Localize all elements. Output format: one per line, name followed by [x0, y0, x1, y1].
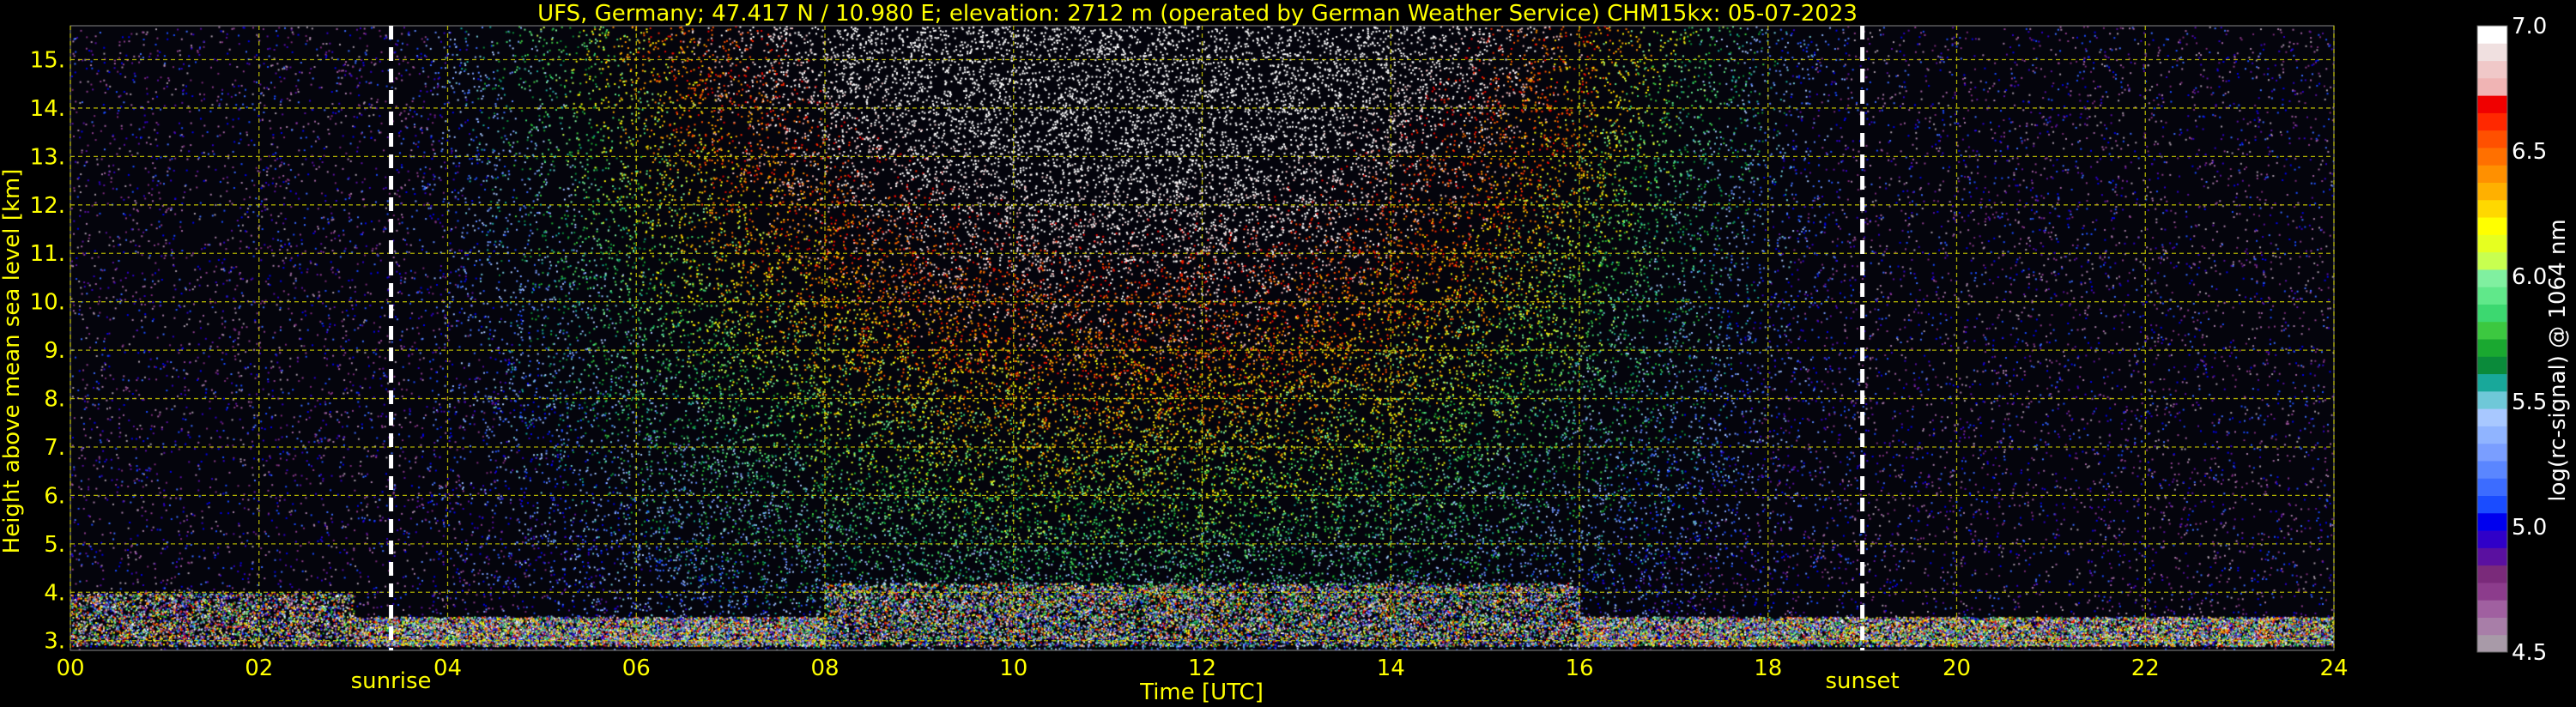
y-tick-label: 5.	[44, 532, 65, 558]
sun-marker-label: sunset	[1826, 668, 1900, 694]
colorbar-swatch	[2477, 512, 2507, 531]
x-tick-label: 16	[1565, 656, 1593, 681]
x-tick-label: 08	[810, 656, 839, 681]
y-tick-label: 8.	[44, 387, 65, 413]
colorbar-swatch	[2477, 460, 2507, 479]
x-tick-label: 00	[56, 656, 84, 681]
y-tick-label: 6.	[44, 483, 65, 509]
y-tick-label: 13.	[30, 144, 65, 170]
colorbar-swatch	[2477, 600, 2507, 618]
colorbar-swatch	[2477, 321, 2507, 340]
y-tick-label: 10.	[30, 290, 65, 316]
x-tick-label: 12	[1188, 656, 1216, 681]
colorbar-swatch	[2477, 43, 2507, 62]
y-tick-label: 11.	[30, 241, 65, 267]
x-tick-label: 10	[999, 656, 1027, 681]
y-tick-label: 12.	[30, 193, 65, 219]
y-axis-label: Height above mean sea level [km]	[0, 169, 25, 554]
sun-marker-label: sunrise	[351, 668, 432, 694]
x-tick-label: 04	[433, 656, 462, 681]
colorbar-swatch	[2477, 408, 2507, 426]
y-tick-label: 14.	[30, 96, 65, 122]
colorbar-swatch	[2477, 634, 2507, 653]
colorbar-swatch	[2477, 617, 2507, 636]
ceilometer-chart: UFS, Germany; 47.417 N / 10.980 E; eleva…	[0, 0, 2576, 707]
x-tick-label: 06	[622, 656, 651, 681]
x-axis-label: Time [UTC]	[1139, 680, 1264, 705]
colorbar-swatch	[2477, 165, 2507, 183]
colorbar-tick-label: 7.0	[2512, 14, 2547, 39]
x-tick-label: 24	[2319, 656, 2348, 681]
chart-title: UFS, Germany; 47.417 N / 10.980 E; eleva…	[537, 1, 1858, 27]
x-tick-label: 20	[1943, 656, 1971, 681]
colorbar-swatch	[2477, 443, 2507, 462]
colorbar-swatch	[2477, 565, 2507, 583]
colorbar-swatch	[2477, 373, 2507, 392]
colorbar-swatch	[2477, 217, 2507, 235]
colorbar-swatch	[2477, 339, 2507, 357]
colorbar-swatch	[2477, 234, 2507, 253]
x-tick-label: 02	[245, 656, 273, 681]
colorbar-swatch	[2477, 304, 2507, 323]
colorbar-swatch	[2477, 130, 2507, 148]
x-tick-label: 14	[1377, 656, 1405, 681]
y-tick-label: 4.	[44, 580, 65, 606]
colorbar-tick-label: 6.0	[2512, 264, 2547, 290]
colorbar-swatch	[2477, 495, 2507, 514]
y-tick-label: 9.	[44, 338, 65, 364]
colorbar-swatch	[2477, 251, 2507, 270]
colorbar-swatch	[2477, 199, 2507, 218]
y-tick-label: 7.	[44, 435, 65, 461]
colorbar-swatch	[2477, 478, 2507, 496]
colorbar-swatch	[2477, 426, 2507, 444]
colorbar-swatch	[2477, 582, 2507, 601]
y-tick-label: 15.	[30, 48, 65, 74]
colorbar-swatch	[2477, 269, 2507, 287]
colorbar-swatch	[2477, 60, 2507, 79]
colorbar-swatch	[2477, 112, 2507, 131]
colorbar-label: log(rc-signal) @ 1064 nm	[2545, 219, 2571, 501]
colorbar-swatch	[2477, 356, 2507, 375]
colorbar-swatch	[2477, 26, 2507, 44]
y-tick-label: 3.	[44, 629, 65, 655]
colorbar-swatch	[2477, 390, 2507, 409]
colorbar-tick-label: 6.5	[2512, 139, 2547, 165]
colorbar-tick-label: 5.0	[2512, 515, 2547, 541]
colorbar-swatch	[2477, 77, 2507, 96]
colorbar-swatch	[2477, 530, 2507, 548]
colorbar-swatch	[2477, 287, 2507, 305]
colorbar-tick-label: 5.5	[2512, 390, 2547, 415]
colorbar-swatch	[2477, 95, 2507, 113]
colorbar-tick-label: 4.5	[2512, 640, 2547, 666]
colorbar-swatch	[2477, 182, 2507, 201]
colorbar-swatch	[2477, 147, 2507, 166]
x-tick-label: 18	[1754, 656, 1782, 681]
colorbar-swatch	[2477, 547, 2507, 566]
x-tick-label: 22	[2131, 656, 2160, 681]
